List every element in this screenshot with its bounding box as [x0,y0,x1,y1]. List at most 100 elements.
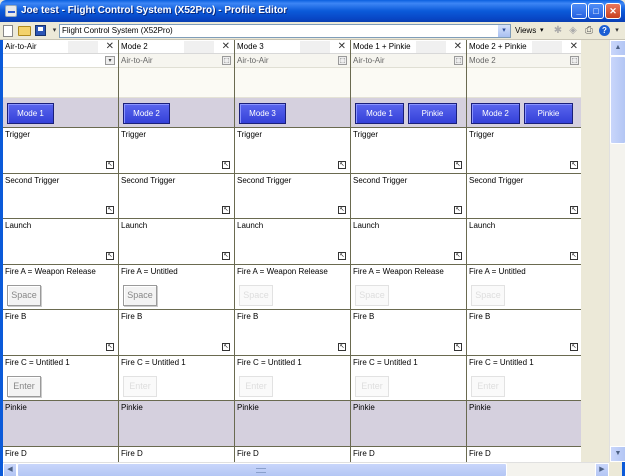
control-cell[interactable]: Fire D [235,446,350,462]
control-cell[interactable]: Second Trigger ↖ [235,173,350,219]
control-cell[interactable]: Fire C = Untitled 1 Enter [119,355,234,401]
control-cell[interactable]: Trigger ↖ [3,128,118,174]
control-cell[interactable]: Fire D [351,446,466,462]
edit-icon[interactable]: ↖ [454,342,462,351]
key-assignment-button[interactable]: Enter [123,375,157,397]
control-cell[interactable]: Second Trigger ↖ [3,173,118,219]
control-cell[interactable]: Trigger ↖ [467,128,581,174]
edit-icon[interactable]: ↖ [338,160,346,169]
edit-icon[interactable]: ↖ [338,342,346,351]
control-cell[interactable]: Trigger ↖ [119,128,234,174]
control-cell[interactable]: Fire C = Untitled 1 Enter [467,355,581,401]
key-assignment-button[interactable]: Enter [239,375,273,397]
control-cell[interactable]: Fire B ↖ [235,310,350,356]
control-cell[interactable]: Fire A = Untitled Space [467,264,581,310]
scroll-right-button[interactable]: ▶ [595,463,609,476]
key-assignment-button[interactable]: Enter [471,375,505,397]
mode-button[interactable]: Mode 2 [123,103,170,124]
control-cell[interactable]: Fire C = Untitled 1 Enter [235,355,350,401]
column-header[interactable]: Air-to-Air ✕ [3,40,118,54]
save-icon[interactable] [35,25,46,36]
control-cell[interactable]: Fire B ↖ [119,310,234,356]
combine-icon[interactable]: ◈ [567,25,579,37]
edit-icon[interactable]: ↖ [106,251,114,260]
control-cell[interactable]: Pinkie [235,401,350,447]
key-assignment-button[interactable]: Space [471,284,505,306]
views-dropdown-icon[interactable]: ▾ [540,26,544,34]
control-cell[interactable]: Fire D [3,446,118,462]
close-icon[interactable]: ✕ [454,41,462,52]
control-cell[interactable]: Pinkie [467,401,581,447]
scroll-up-button[interactable]: ▲ [610,40,625,56]
edit-icon[interactable]: ↖ [106,160,114,169]
edit-icon[interactable]: ↖ [454,251,462,260]
key-assignment-button[interactable]: Space [7,284,41,306]
control-cell[interactable]: Second Trigger ↖ [351,173,466,219]
control-cell[interactable]: Fire C = Untitled 1 Enter [351,355,466,401]
control-cell[interactable]: Launch ↖ [235,219,350,265]
new-file-icon[interactable] [3,25,13,37]
mode-button[interactable]: Pinkie [408,103,457,124]
control-cell[interactable]: Fire D [467,446,581,462]
scroll-left-button[interactable]: ◀ [3,463,17,476]
edit-icon[interactable]: ↖ [222,206,230,214]
chevron-down-icon[interactable]: ▾ [105,56,115,65]
control-cell[interactable]: Fire A = Weapon Release Space [3,264,118,310]
key-assignment-button[interactable]: Space [123,284,157,306]
column-sub-select[interactable]: Air-to-Air ⬚ [235,54,350,68]
control-cell[interactable]: Fire B ↖ [351,310,466,356]
control-cell[interactable]: Second Trigger ↖ [119,173,234,219]
horizontal-scrollbar[interactable]: ◀ ▶ [3,462,609,476]
key-assignment-button[interactable]: Enter [7,375,41,397]
edit-icon[interactable]: ↖ [570,160,578,169]
profile-select[interactable]: Flight Control System (X52Pro) ▾ [59,24,511,38]
minimize-button[interactable]: _ [571,3,587,19]
close-icon[interactable]: ✕ [570,41,578,52]
control-cell[interactable]: Launch ↖ [351,219,466,265]
column-sub-select[interactable]: Air-to-Air ⬚ [119,54,234,68]
control-cell[interactable]: Fire A = Weapon Release Space [351,264,466,310]
edit-icon[interactable]: ↖ [570,342,578,351]
key-assignment-button[interactable]: Enter [355,375,389,397]
mode-button[interactable]: Pinkie [524,103,573,124]
edit-icon[interactable]: ↖ [454,160,462,169]
mode-button[interactable]: Mode 1 [355,103,404,124]
control-cell[interactable]: Pinkie [351,401,466,447]
close-icon[interactable]: ✕ [222,41,230,52]
control-cell[interactable]: Trigger ↖ [235,128,350,174]
key-assignment-button[interactable]: Space [239,284,273,306]
print-icon[interactable]: ⎙ [583,25,595,37]
control-cell[interactable]: Fire B ↖ [467,310,581,356]
mode-button[interactable]: Mode 2 [471,103,520,124]
control-cell[interactable]: Second Trigger ↖ [467,173,581,219]
edit-icon[interactable]: ↖ [106,342,114,351]
close-icon[interactable]: ✕ [338,41,346,52]
control-cell[interactable]: Fire A = Weapon Release Space [235,264,350,310]
vertical-scrollbar[interactable]: ▲ ▼ [609,40,625,462]
control-cell[interactable]: Pinkie [119,401,234,447]
edit-icon[interactable]: ↖ [222,160,230,169]
maximize-button[interactable]: □ [588,3,604,19]
control-cell[interactable]: Trigger ↖ [351,128,466,174]
pick-icon[interactable]: ⬚ [222,56,231,65]
help-dropdown-icon[interactable]: ▾ [611,25,623,37]
horizontal-scroll-thumb[interactable] [17,463,507,476]
control-cell[interactable]: Fire C = Untitled 1 Enter [3,355,118,401]
pick-icon[interactable]: ⬚ [570,56,579,65]
edit-icon[interactable]: ↖ [570,206,578,214]
pick-icon[interactable]: ⬚ [338,56,347,65]
edit-icon[interactable]: ↖ [106,206,114,214]
edit-icon[interactable]: ↖ [338,206,346,214]
close-button[interactable]: ✕ [605,3,621,19]
key-assignment-button[interactable]: Space [355,284,389,306]
edit-icon[interactable]: ↖ [454,206,462,214]
close-icon[interactable]: ✕ [106,41,114,52]
column-header[interactable]: Mode 2 + Pinkie ✕ [467,40,581,54]
settings-icon[interactable]: ✱ [552,25,564,37]
help-icon[interactable]: ? [599,25,610,36]
edit-icon[interactable]: ↖ [222,251,230,260]
mode-button[interactable]: Mode 1 [7,103,54,124]
edit-icon[interactable]: ↖ [570,251,578,260]
vertical-scroll-thumb[interactable] [610,56,625,144]
column-sub-select[interactable]: ▾ [3,54,118,68]
